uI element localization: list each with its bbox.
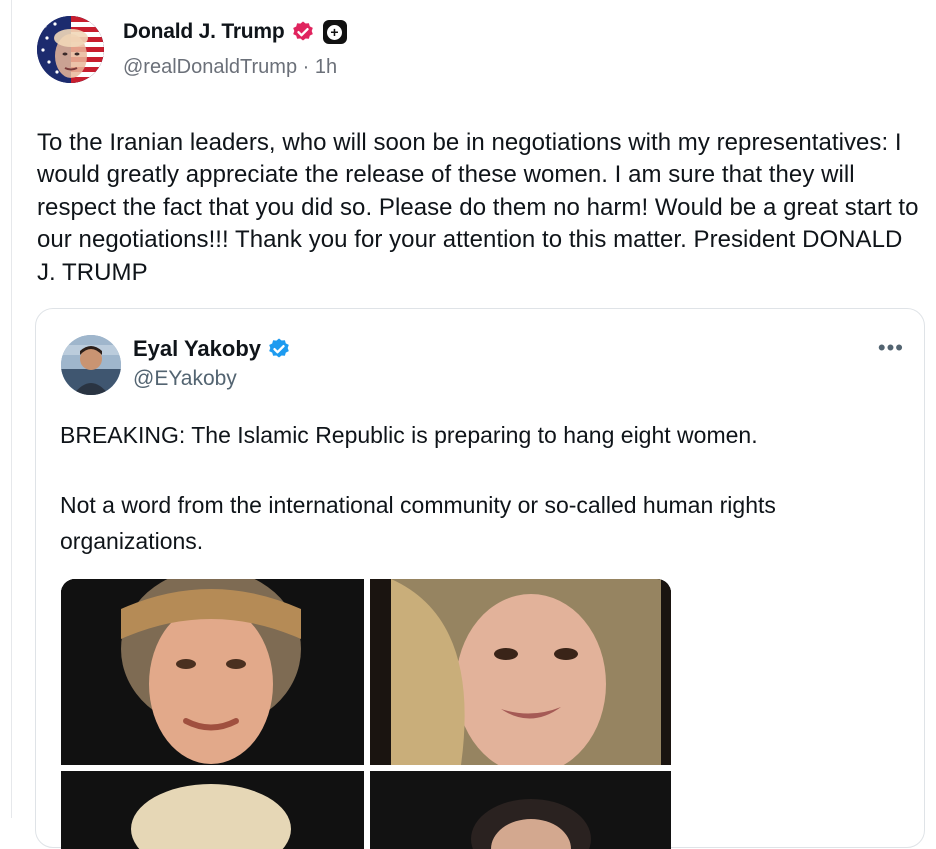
author-avatar[interactable] — [37, 16, 104, 83]
quoted-avatar-image — [61, 335, 121, 395]
post-timestamp[interactable]: 1h — [315, 56, 337, 78]
more-options-icon[interactable]: ••• — [878, 335, 904, 361]
author-handle-row: @realDonaldTrump · 1h — [123, 56, 337, 79]
quoted-handle[interactable]: @EYakoby — [133, 367, 237, 391]
media-photo-grid — [61, 579, 671, 849]
quoted-post-card[interactable]: Eyal Yakoby @EYakoby ••• BREAKING: The I… — [35, 308, 925, 849]
photo-bottom-right — [370, 771, 671, 849]
thread-divider — [11, 0, 12, 818]
photo-top-right — [370, 579, 671, 774]
quoted-author-avatar[interactable] — [61, 335, 121, 395]
quoted-display-name[interactable]: Eyal Yakoby — [133, 336, 261, 362]
meta-separator: · — [302, 56, 310, 78]
quoted-name-row: Eyal Yakoby — [133, 336, 291, 362]
quoted-paragraph: BREAKING: The Islamic Republic is prepar… — [60, 422, 758, 448]
post-body: To the Iranian leaders, who will soon be… — [37, 129, 919, 286]
verified-badge-icon — [267, 337, 291, 361]
photo-top-left — [61, 579, 364, 765]
plus-badge-icon: + — [322, 20, 347, 44]
quoted-paragraph: Not a word from the international commun… — [60, 492, 776, 554]
author-name-row: Donald J. Trump + — [123, 17, 347, 47]
photo-bottom-left — [61, 771, 364, 849]
quoted-media-grid[interactable] — [61, 579, 671, 849]
quoted-body: BREAKING: The Islamic Republic is prepar… — [60, 417, 910, 593]
author-display-name[interactable]: Donald J. Trump — [123, 20, 285, 44]
author-handle[interactable]: @realDonaldTrump — [123, 56, 297, 78]
avatar-image — [37, 16, 104, 83]
verified-badge-icon — [291, 20, 315, 44]
